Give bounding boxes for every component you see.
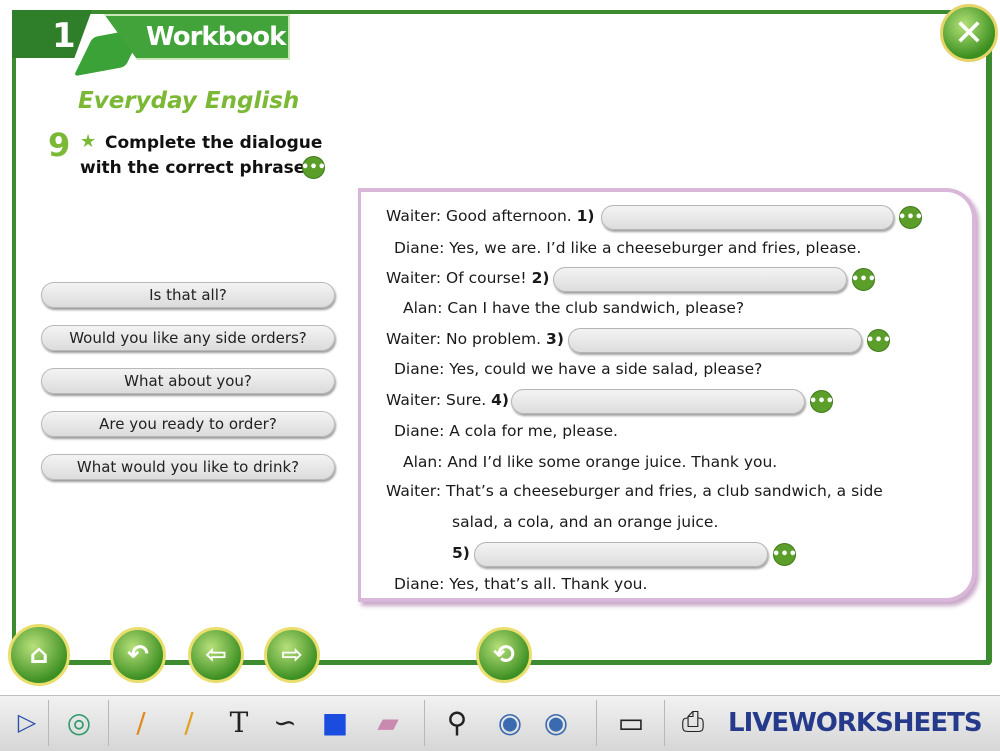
- dialogue-line: Waiter: No problem. 3): [386, 330, 564, 348]
- print-icon[interactable]: ⎙: [676, 704, 710, 740]
- answer-5-audio-button[interactable]: •••: [772, 543, 797, 566]
- mouse-icon[interactable]: ◎: [56, 704, 102, 740]
- phrase-option[interactable]: Would you like any side orders?: [41, 325, 335, 351]
- spotlight-icon[interactable]: ▭: [608, 704, 654, 740]
- dialogue-line: Diane: Yes, could we have a side salad, …: [394, 360, 763, 378]
- answer-2-audio-button[interactable]: •••: [851, 268, 876, 291]
- highlighter-icon[interactable]: /: [174, 704, 204, 740]
- dialogue-line: Diane: A cola for me, please.: [394, 422, 618, 440]
- toolbar-separator: [48, 700, 49, 746]
- toolbar-separator: [664, 700, 665, 746]
- exercise-number: 9: [48, 126, 71, 164]
- answer-slot-2[interactable]: [553, 267, 847, 292]
- hide-icon[interactable]: ◉: [536, 704, 576, 740]
- phrase-option[interactable]: What would you like to drink?: [41, 454, 335, 480]
- toolbar-separator: [424, 700, 425, 746]
- home-button[interactable]: ⌂: [8, 624, 70, 686]
- instruction-audio-button[interactable]: •••: [301, 156, 326, 179]
- dialogue-line: Alan: And I’d like some orange juice. Th…: [403, 453, 778, 471]
- back-button[interactable]: ↶: [110, 627, 166, 683]
- toolbar-separator: [108, 700, 109, 746]
- phrase-option[interactable]: What about you?: [41, 368, 335, 394]
- section-title: Everyday English: [78, 88, 300, 114]
- unit-number: 1: [52, 16, 76, 56]
- dialogue-line: salad, a cola, and an orange juice.: [452, 513, 719, 531]
- answer-3-audio-button[interactable]: •••: [866, 329, 891, 352]
- dialogue-line: Waiter: Sure. 4): [386, 391, 509, 409]
- dialogue-line: Alan: Can I have the club sandwich, plea…: [403, 299, 745, 317]
- dialogue-line: Diane: Yes, we are. I’d like a cheesebur…: [394, 239, 862, 257]
- answer-slot-4[interactable]: [511, 389, 805, 414]
- answer-1-audio-button[interactable]: •••: [898, 206, 923, 229]
- answer-4-audio-button[interactable]: •••: [809, 390, 834, 413]
- dialogue-line: 5): [452, 544, 470, 562]
- left-arrow-icon: ⇦: [205, 640, 227, 670]
- phrase-option[interactable]: Are you ready to order?: [41, 411, 335, 437]
- toolbar-toggle-button[interactable]: ▷: [12, 704, 42, 740]
- workbook-title: Workbook: [146, 22, 286, 52]
- next-button[interactable]: ⇨: [264, 627, 320, 683]
- pencil-icon[interactable]: /: [126, 704, 156, 740]
- reset-button[interactable]: ⟲: [476, 627, 532, 683]
- close-button[interactable]: ✕: [940, 4, 998, 62]
- refresh-icon: ⟲: [493, 640, 515, 670]
- dialogue-line: Waiter: Good afternoon. 1): [386, 207, 595, 225]
- eraser-icon[interactable]: ▰: [366, 704, 410, 740]
- dialogue-line: Diane: Yes, that’s all. Thank you.: [394, 575, 648, 593]
- undo-arrow-icon: ↶: [127, 640, 149, 670]
- phrase-option[interactable]: Is that all?: [41, 282, 335, 308]
- home-icon: ⌂: [29, 640, 49, 670]
- reveal-icon[interactable]: ◉: [490, 704, 530, 740]
- drawing-toolbar: ▷ ◎ / / T ∽ ■ ▰ ⚲ ◉ ◉ ▭ ⎙ LIVEWORKSHEETS: [0, 695, 1000, 751]
- toolbar-separator: [596, 700, 597, 746]
- close-icon: ✕: [953, 12, 985, 54]
- shape-icon[interactable]: ■: [318, 704, 352, 740]
- text-tool-icon[interactable]: T: [222, 704, 256, 740]
- answer-slot-1[interactable]: [601, 205, 894, 230]
- answer-slot-3[interactable]: [568, 328, 862, 353]
- freehand-icon[interactable]: ∽: [268, 704, 302, 740]
- previous-button[interactable]: ⇦: [188, 627, 244, 683]
- right-arrow-icon: ⇨: [281, 640, 303, 670]
- magnifier-icon[interactable]: ⚲: [440, 704, 474, 740]
- dialogue-line: Waiter: That’s a cheeseburger and fries,…: [386, 482, 883, 500]
- dialogue-line: Waiter: Of course! 2): [386, 269, 550, 287]
- answer-slot-5[interactable]: [474, 542, 768, 567]
- liveworksheets-logo: LIVEWORKSHEETS: [728, 708, 983, 738]
